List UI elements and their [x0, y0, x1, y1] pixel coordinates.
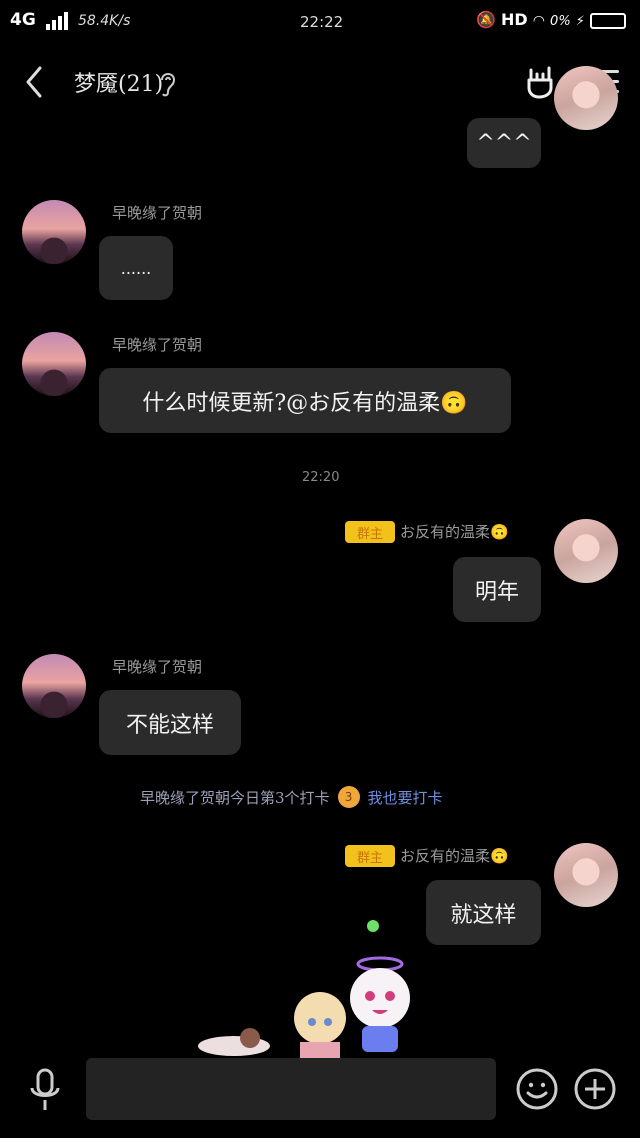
charging-icon: ⚡	[575, 14, 585, 29]
battery-percent: 0%	[550, 14, 571, 29]
sender-name: 早晚缘了贺朝	[112, 336, 203, 354]
chevron-left-icon[interactable]	[24, 66, 44, 98]
hd-indicator: HD	[500, 10, 528, 29]
battery-icon	[590, 12, 626, 29]
rank-badge: 3	[337, 786, 360, 808]
message-bubble[interactable]: 明年	[453, 557, 541, 622]
message-bubble[interactable]: 什么时候更新?@お反有的温柔🙃	[99, 368, 511, 433]
message-input[interactable]	[86, 1058, 496, 1120]
message-bubble[interactable]: ^^^	[467, 118, 541, 168]
checkin-link[interactable]: 我也要打卡	[368, 787, 443, 808]
owner-badge: 群主	[345, 521, 395, 543]
plus-circle-icon[interactable]	[574, 1068, 616, 1110]
green-dot	[367, 920, 379, 932]
wifi-icon: ◠	[532, 13, 545, 29]
smiley-icon[interactable]	[516, 1068, 558, 1110]
signal-icon	[45, 10, 70, 30]
avatar[interactable]	[22, 654, 86, 718]
mute-bell-icon: 🔕	[475, 10, 496, 29]
sender-name: 早晚缘了贺朝	[112, 658, 203, 676]
avatar[interactable]	[554, 519, 618, 583]
network-speed: 58.4K/s	[78, 13, 131, 29]
owner-badge: 群主	[345, 845, 395, 867]
sender-name: お反有的温柔🙃	[400, 847, 509, 865]
microphone-icon[interactable]	[28, 1068, 62, 1112]
checkin-text: 早晚缘了贺朝今日第3个打卡	[140, 788, 330, 807]
timestamp: 22:20	[302, 470, 340, 485]
sender-name: お反有的温柔🙃	[400, 523, 509, 541]
message-bubble[interactable]: 不能这样	[99, 690, 241, 755]
clock: 22:22	[300, 13, 344, 31]
chat-pet-icon[interactable]	[190, 948, 430, 1058]
avatar[interactable]	[22, 200, 86, 264]
avatar[interactable]	[22, 332, 86, 396]
message-bubble[interactable]: ......	[99, 236, 173, 300]
network-indicator: 4G	[10, 10, 70, 30]
checkin-notice: 早晚缘了贺朝今日第3个打卡 3 我也要打卡	[140, 786, 443, 808]
status-bar: 4G 58.4K/s 22:22 🔕 HD ◠ 0% ⚡	[0, 0, 640, 44]
status-right: 🔕 HD ◠ 0% ⚡	[476, 10, 626, 29]
message-bubble[interactable]: 就这样	[426, 880, 541, 945]
ear-icon[interactable]	[158, 70, 178, 98]
sender-name: 早晚缘了贺朝	[112, 204, 203, 222]
avatar[interactable]	[554, 843, 618, 907]
avatar[interactable]	[554, 66, 618, 130]
chat-title[interactable]: 梦魇(21)	[74, 66, 163, 98]
